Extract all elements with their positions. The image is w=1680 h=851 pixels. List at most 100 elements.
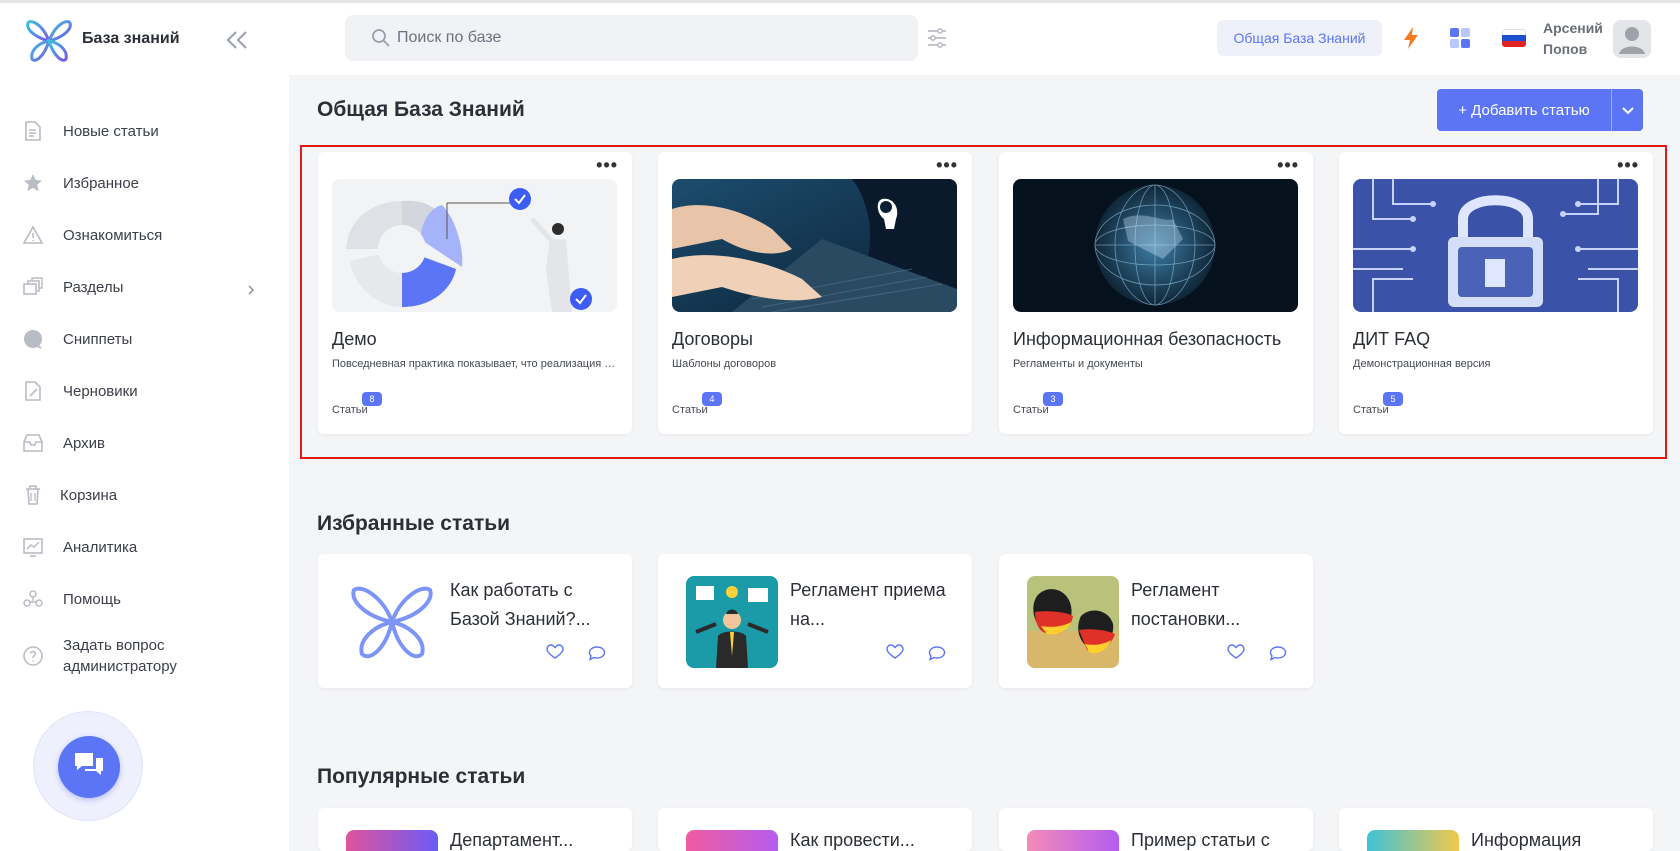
brand-title: База знаний: [82, 30, 180, 47]
user-name[interactable]: Арсений Попов: [1543, 18, 1613, 60]
chat-icon: [73, 751, 105, 784]
comment-icon[interactable]: [588, 645, 606, 661]
top-header: Общая База Знаний Арсений Попов: [289, 3, 1680, 75]
kb-card-contracts[interactable]: ••• Договоры Шаблоны договоров Статьи 4: [658, 152, 972, 434]
sidebar-item-help[interactable]: Помощь: [0, 579, 289, 619]
kb-title: Договоры: [672, 329, 753, 349]
sidebar-item-drafts[interactable]: Черновики: [0, 371, 289, 411]
sidebar-item-trash[interactable]: Корзина: [0, 475, 289, 515]
page-title: Общая База Знаний: [317, 98, 525, 121]
comment-icon[interactable]: [1269, 645, 1287, 661]
new-articles-icon: [22, 120, 44, 142]
article-title: Как провести...: [790, 830, 915, 850]
article-image: [686, 830, 778, 851]
popular-article-card[interactable]: Информация: [1339, 808, 1653, 851]
sidebar-item-review[interactable]: Ознакомиться: [0, 215, 289, 255]
kb-stat-label: Статьи: [1353, 404, 1389, 416]
popular-article-card[interactable]: Департамент...: [318, 808, 632, 851]
snippets-icon: [22, 328, 44, 350]
article-image: [686, 576, 778, 668]
popular-article-card[interactable]: Пример статьи с: [999, 808, 1313, 851]
kb-title: Демо: [332, 329, 377, 349]
lightning-icon[interactable]: [1402, 26, 1420, 50]
drafts-icon: [22, 380, 44, 402]
add-article-button[interactable]: + Добавить статью: [1437, 89, 1643, 131]
trash-icon: [22, 484, 44, 506]
article-image: [346, 576, 438, 668]
add-article-main[interactable]: + Добавить статью: [1437, 89, 1611, 131]
sidebar-item-label: Черновики: [63, 382, 138, 400]
chevron-right-icon: [246, 282, 256, 295]
sections-icon: [22, 276, 44, 298]
sidebar-item-favorites[interactable]: Избранное: [0, 163, 289, 203]
add-article-dropdown[interactable]: [1611, 89, 1643, 131]
article-image: [1027, 576, 1119, 668]
sidebar-item-label: Аналитика: [63, 538, 138, 556]
chat-widget: [33, 711, 143, 821]
more-options-icon[interactable]: •••: [596, 156, 618, 174]
article-title: Регламент постановки...: [1131, 580, 1241, 629]
more-options-icon[interactable]: •••: [1277, 156, 1299, 174]
butterfly-logo-icon[interactable]: [24, 15, 74, 67]
comment-icon[interactable]: [928, 645, 946, 661]
popular-title: Популярные статьи: [317, 765, 526, 788]
kb-count-badge: 3: [1043, 392, 1063, 406]
article-title: Регламент приема на...: [790, 580, 946, 629]
kb-card-demo[interactable]: ••• Демо Повседневная практика показывае…: [318, 152, 632, 434]
sidebar-item-label: Корзина: [60, 486, 118, 504]
article-title: Как работать с Базой Знаний?...: [450, 580, 591, 629]
kb-cover-image: [1353, 179, 1638, 312]
article-title: Информация: [1471, 830, 1582, 850]
kb-cover-image: [672, 179, 957, 312]
favorite-article-card[interactable]: Как работать с Базой Знаний?...: [318, 554, 632, 688]
favorite-article-card[interactable]: Регламент постановки...: [999, 554, 1313, 688]
sidebar-item-label: Новые статьи: [63, 122, 159, 140]
question-icon: [22, 645, 44, 667]
sidebar-item-new-articles[interactable]: Новые статьи: [0, 111, 289, 151]
popular-article-card[interactable]: Как провести...: [658, 808, 972, 851]
analytics-icon: [22, 536, 44, 558]
heart-icon[interactable]: [1227, 644, 1245, 660]
kb-cover-image: [332, 179, 617, 312]
sidebar-item-analytics[interactable]: Аналитика: [0, 527, 289, 567]
kb-count-badge: 4: [702, 392, 722, 406]
kb-stat-label: Статьи: [332, 404, 368, 416]
article-image: [1027, 830, 1119, 851]
heart-icon[interactable]: [546, 644, 564, 660]
chat-button[interactable]: [58, 736, 120, 798]
kb-description: Демонстрационная версия: [1353, 358, 1491, 370]
sidebar-item-label: Избранное: [63, 174, 140, 192]
search-box: [345, 15, 918, 61]
kb-description: Повседневная практика показывает, что ре…: [332, 358, 617, 370]
sidebar-item-label: Разделы: [63, 278, 124, 296]
collapse-sidebar-icon[interactable]: [224, 29, 250, 51]
favorite-article-card[interactable]: Регламент приема на...: [658, 554, 972, 688]
kb-title: Информационная безопасность: [1013, 329, 1282, 349]
article-title: Департамент...: [450, 830, 574, 850]
sidebar: База знаний Новые статьи Избранное Ознак…: [0, 3, 289, 851]
kb-title: ДИТ FAQ: [1353, 329, 1431, 349]
kb-card-dit-faq[interactable]: ••• ДИТ FAQ Демонстрационная версия Стат…: [1339, 152, 1653, 434]
more-options-icon[interactable]: •••: [1617, 156, 1639, 174]
avatar[interactable]: [1613, 20, 1651, 58]
chevron-down-icon: [1621, 102, 1634, 119]
apps-grid-icon[interactable]: [1449, 27, 1471, 49]
language-flag-icon[interactable]: [1502, 29, 1526, 47]
sidebar-item-sections[interactable]: Разделы: [0, 267, 289, 307]
sidebar-item-snippets[interactable]: Сниппеты: [0, 319, 289, 359]
search-input[interactable]: [397, 15, 897, 61]
heart-icon[interactable]: [886, 644, 904, 660]
more-options-icon[interactable]: •••: [936, 156, 958, 174]
search-icon: [371, 28, 391, 48]
article-image: [1367, 830, 1459, 851]
article-image: [346, 830, 438, 851]
kb-selector-button[interactable]: Общая База Знаний: [1217, 20, 1382, 56]
sidebar-item-label: Помощь: [63, 590, 121, 608]
filter-settings-icon[interactable]: [927, 27, 947, 49]
archive-icon: [22, 432, 44, 454]
sidebar-item-label: Задать вопрос администратору: [63, 637, 177, 675]
kb-card-infosec[interactable]: ••• Информационная безопасность Регламен…: [999, 152, 1313, 434]
sidebar-item-ask-admin[interactable]: Задать вопрос администратору: [0, 631, 289, 681]
sidebar-item-archive[interactable]: Архив: [0, 423, 289, 463]
kb-stat-label: Статьи: [1013, 404, 1049, 416]
